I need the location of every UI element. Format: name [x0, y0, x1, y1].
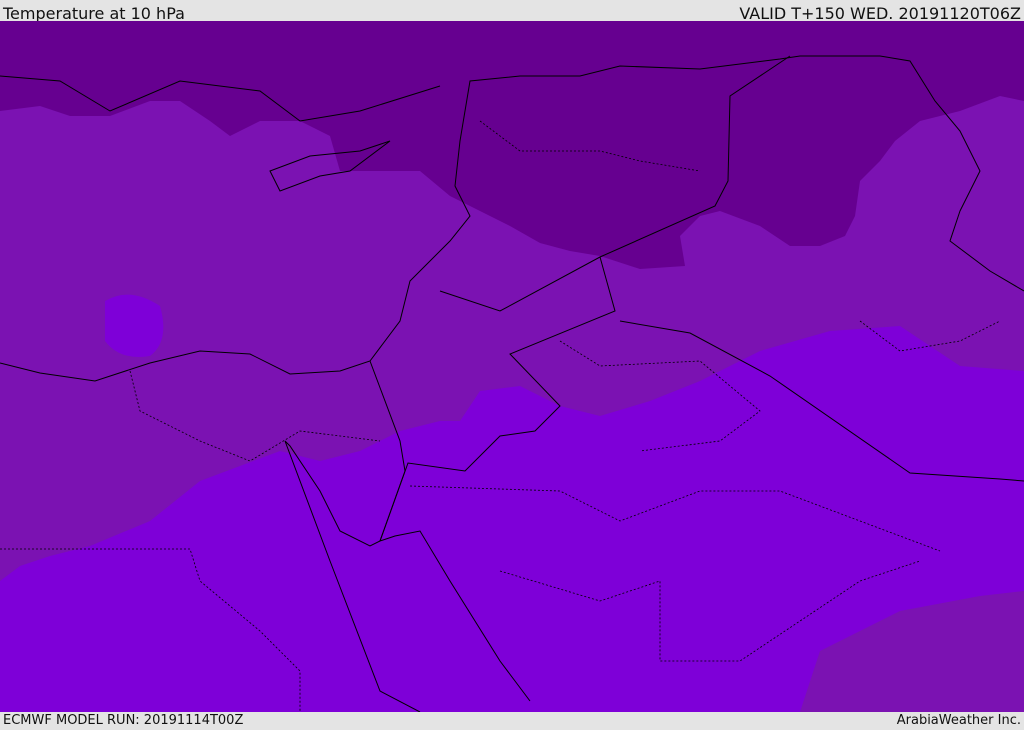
warm-blob	[105, 294, 164, 357]
temperature-map[interactable]	[0, 21, 1024, 712]
footer-bar: ECMWF MODEL RUN: 20191114T00Z ArabiaWeat…	[0, 712, 1024, 729]
header-bar: Temperature at 10 hPa VALID T+150 WED. 2…	[0, 0, 1024, 23]
credit: ArabiaWeather Inc.	[896, 713, 1021, 728]
model-run: ECMWF MODEL RUN: 20191114T00Z	[3, 713, 244, 728]
